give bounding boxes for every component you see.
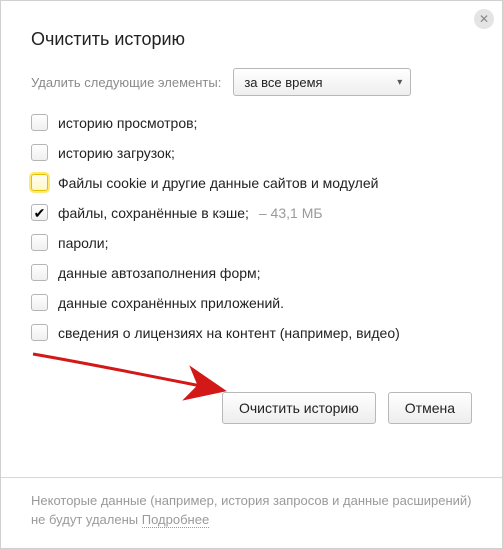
checkbox-licenses[interactable]	[31, 324, 48, 341]
range-row: Удалить следующие элементы: за все время…	[1, 68, 502, 114]
close-icon: ✕	[479, 13, 489, 25]
checkbox-label-licenses: сведения о лицензиях на контент (наприме…	[58, 325, 400, 341]
clear-history-button[interactable]: Очистить историю	[222, 392, 376, 424]
annotation-arrow-wrap	[1, 354, 502, 392]
checkbox-label-passwords: пароли;	[58, 235, 109, 251]
check-row-licenses: сведения о лицензиях на контент (наприме…	[31, 324, 472, 341]
checkbox-label-history: историю просмотров;	[58, 115, 197, 131]
clear-history-button-label: Очистить историю	[239, 400, 359, 416]
checkbox-apps[interactable]	[31, 294, 48, 311]
clear-history-dialog: ✕ Очистить историю Удалить следующие эле…	[0, 0, 503, 549]
check-row-autofill: данные автозаполнения форм;	[31, 264, 472, 281]
check-row-cookies: Файлы cookie и другие данные сайтов и мо…	[31, 174, 472, 191]
cancel-button[interactable]: Отмена	[388, 392, 472, 424]
cancel-button-label: Отмена	[405, 400, 455, 416]
check-row-passwords: пароли;	[31, 234, 472, 251]
checkbox-cache[interactable]: ✔	[31, 204, 48, 221]
checkbox-autofill[interactable]	[31, 264, 48, 281]
checkbox-label-autofill: данные автозаполнения форм;	[58, 265, 261, 281]
checkbox-downloads[interactable]	[31, 144, 48, 161]
checkbox-label-downloads: историю загрузок;	[58, 145, 175, 161]
select-value: за все время	[244, 75, 322, 90]
check-row-cache: ✔ файлы, сохранённые в кэше; – 43,1 МБ	[31, 204, 472, 221]
close-button[interactable]: ✕	[474, 9, 494, 29]
check-row-downloads: историю загрузок;	[31, 144, 472, 161]
footer-more-link[interactable]: Подробнее	[142, 512, 209, 528]
checkbox-label-cache: файлы, сохранённые в кэше;	[58, 205, 249, 221]
chevron-down-icon: ▾	[397, 77, 402, 88]
check-row-apps: данные сохранённых приложений.	[31, 294, 472, 311]
checkbox-label-cookies: Файлы cookie и другие данные сайтов и мо…	[58, 175, 378, 191]
time-range-select[interactable]: за все время ▾	[233, 68, 411, 96]
checkbox-label-apps: данные сохранённых приложений.	[58, 295, 284, 311]
checkbox-history[interactable]	[31, 114, 48, 131]
footer-text: Некоторые данные (например, история запр…	[31, 493, 472, 527]
checkbox-passwords[interactable]	[31, 234, 48, 251]
check-row-history: историю просмотров;	[31, 114, 472, 131]
checkbox-sublabel-cache: – 43,1 МБ	[259, 205, 323, 221]
button-row: Очистить историю Отмена	[1, 392, 502, 444]
footer-note: Некоторые данные (например, история запр…	[1, 477, 502, 548]
checkbox-cookies[interactable]	[31, 174, 48, 191]
range-label: Удалить следующие элементы:	[31, 75, 221, 90]
checkbox-list: историю просмотров; историю загрузок; Файл…	[1, 114, 502, 341]
dialog-title: Очистить историю	[1, 1, 502, 68]
